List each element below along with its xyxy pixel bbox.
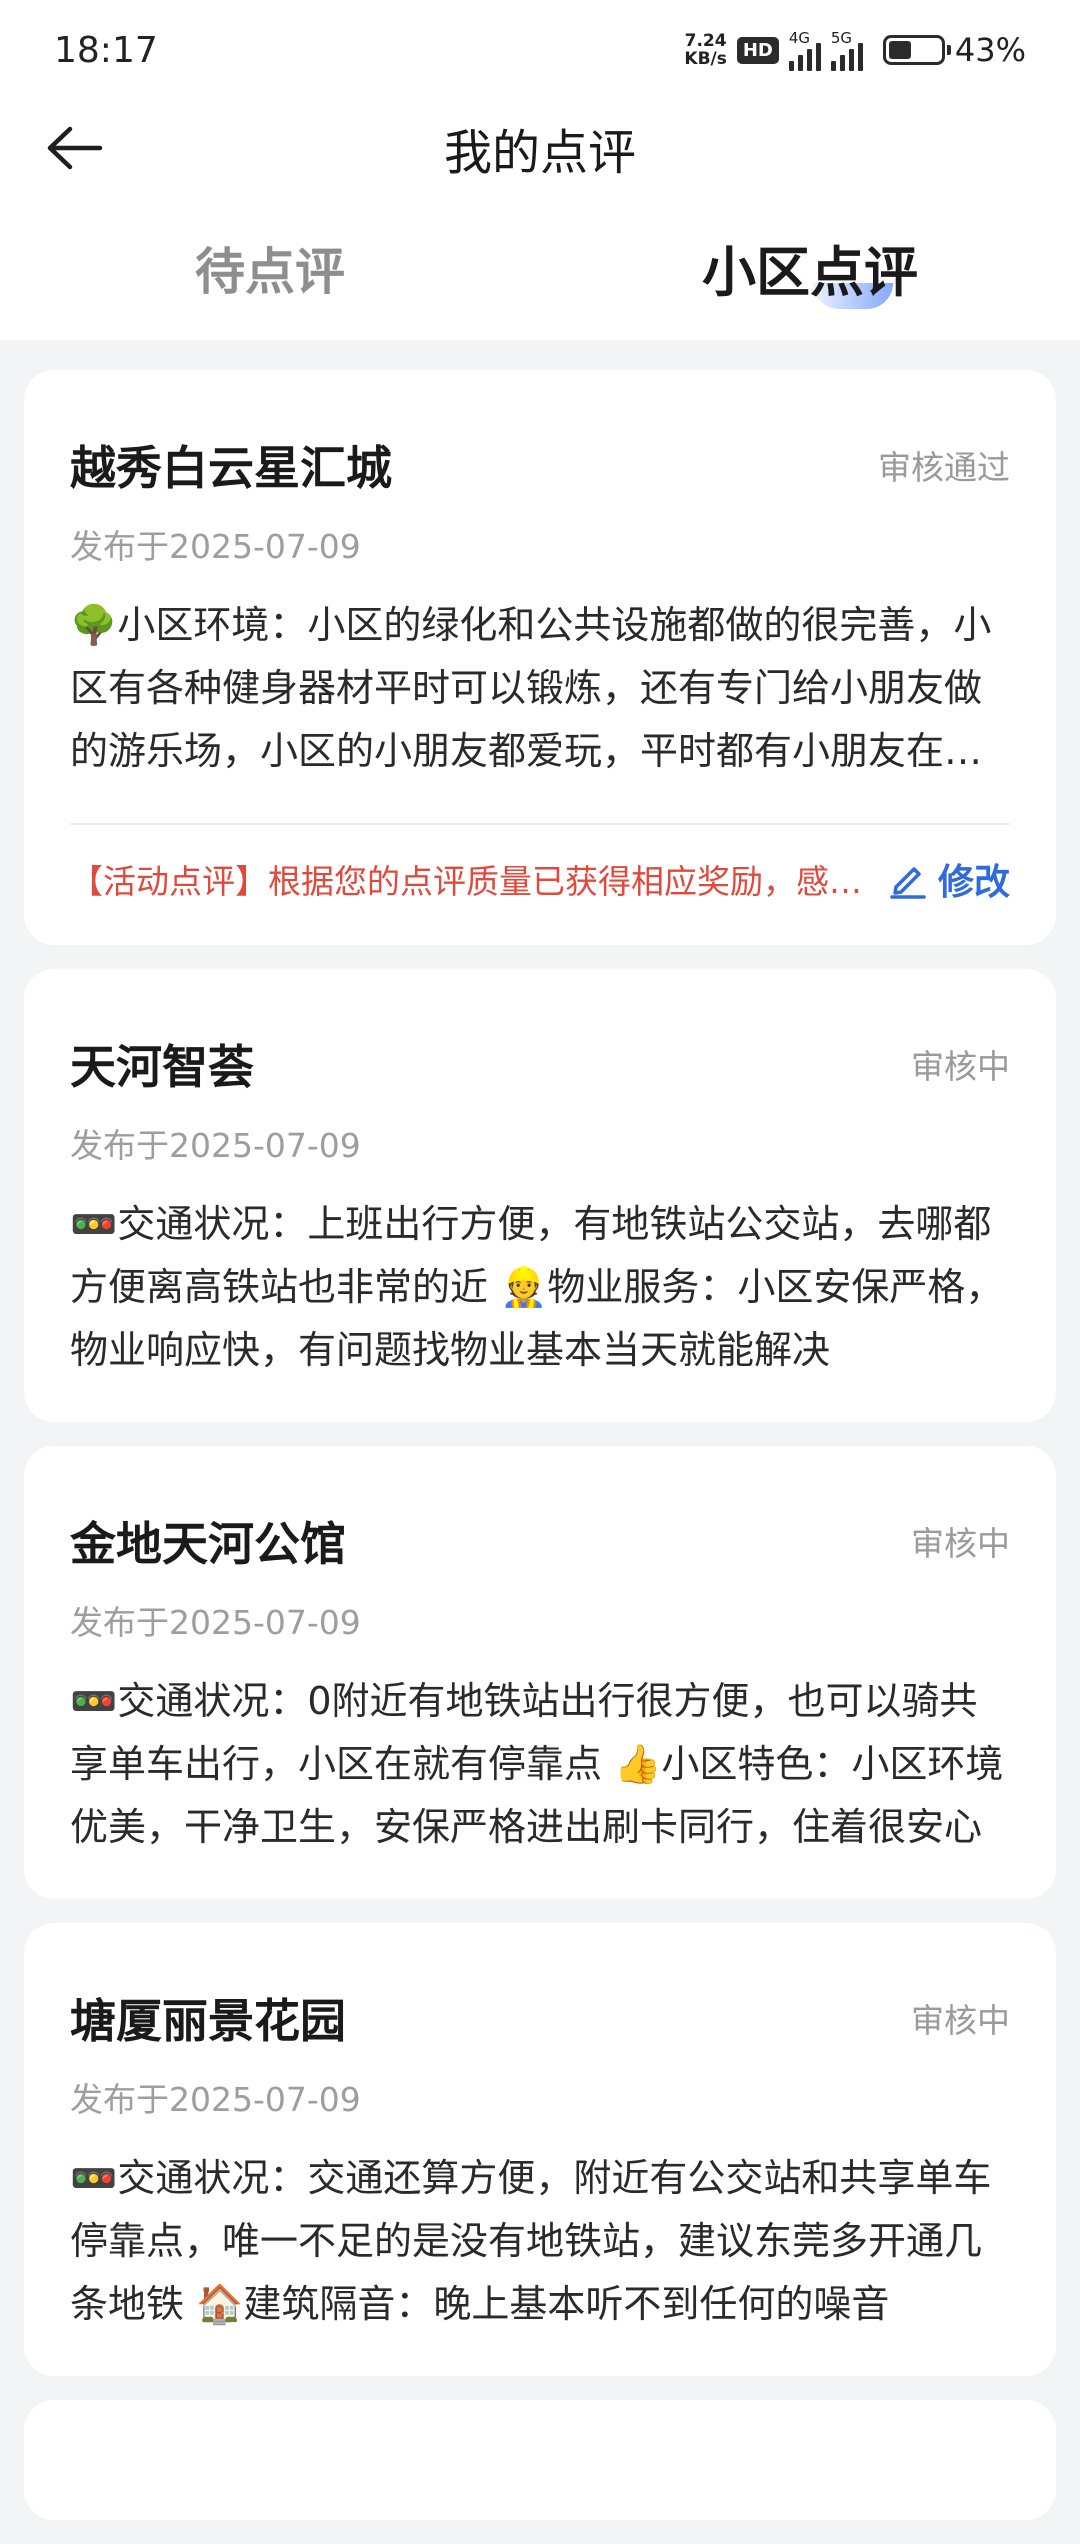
tab-community-review[interactable]: 小区点评 <box>540 195 1080 340</box>
review-content: 🚥交通状况：交通还算方便，附近有公交站和共享单车停靠点，唯一不足的是没有地铁站，… <box>70 2156 992 2326</box>
publish-date: 发布于2025-07-09 <box>70 527 361 566</box>
tab-bar: 待点评 小区点评 <box>0 195 1080 340</box>
review-status: 审核中 <box>911 1524 1010 1563</box>
page-title: 我的点评 <box>443 124 636 181</box>
arrow-left-icon <box>47 126 103 170</box>
edit-pen-icon <box>890 867 926 899</box>
review-content: 🚥交通状况：上班出行方便，有地铁站公交站，去哪都方便离高铁站也非常的近 👷物业服… <box>70 1202 1004 1372</box>
community-name: 越秀白云星汇城 <box>70 441 392 495</box>
tab-label: 待点评 <box>195 242 345 301</box>
review-status: 审核中 <box>911 2001 1010 2040</box>
back-button[interactable] <box>40 118 110 178</box>
publish-date: 发布于2025-07-09 <box>70 1603 361 1642</box>
battery-percent: 43% <box>954 31 1026 69</box>
review-card[interactable]: 天河智荟 审核中 发布于2025-07-09 🚥交通状况：上班出行方便，有地铁站… <box>24 969 1056 1422</box>
publish-date: 发布于2025-07-09 <box>70 1126 361 1165</box>
activity-notice: 【活动点评】根据您的点评质量已获得相应奖励，感谢您的参与 <box>70 862 888 901</box>
community-name: 塘厦丽景花园 <box>70 1994 346 2048</box>
divider <box>70 823 1010 825</box>
publish-date: 发布于2025-07-09 <box>70 2080 361 2119</box>
review-list: 越秀白云星汇城 审核通过 发布于2025-07-09 🌳小区环境：小区的绿化和公… <box>24 370 1056 2544</box>
review-card[interactable]: 塘厦丽景花园 审核中 发布于2025-07-09 🚥交通状况：交通还算方便，附近… <box>24 1923 1056 2376</box>
review-card[interactable]: 越秀白云星汇城 审核通过 发布于2025-07-09 🌳小区环境：小区的绿化和公… <box>24 370 1056 945</box>
community-name: 金地天河公馆 <box>70 1517 346 1571</box>
review-status: 审核中 <box>911 1047 1010 1086</box>
community-name: 天河智荟 <box>70 1040 254 1094</box>
signal-4g-icon: 4G <box>788 29 821 71</box>
status-icons: 7.24 KB/s HD 4G 5G 43% <box>684 29 1026 71</box>
page-header: 我的点评 <box>0 100 1080 195</box>
review-status: 审核通过 <box>878 448 1010 487</box>
edit-label: 修改 <box>937 862 1010 903</box>
signal-5g-icon: 5G <box>830 29 863 71</box>
network-speed: 7.24 KB/s <box>684 31 727 69</box>
battery-icon <box>882 35 951 65</box>
tab-label: 小区点评 <box>702 241 918 304</box>
status-bar: 18:17 7.24 KB/s HD 4G 5G 43% <box>0 0 1080 100</box>
review-content: 🌳小区环境：小区的绿化和公共设施都做的很完善，小区有各种健身器材平时可以锻炼，还… <box>70 603 992 773</box>
review-card[interactable] <box>24 2400 1056 2520</box>
status-time: 18:17 <box>54 29 158 71</box>
hd-icon: HD <box>736 36 779 64</box>
tab-pending-review[interactable]: 待点评 <box>0 195 540 340</box>
review-content: 🚥交通状况：0附近有地铁站出行很方便，也可以骑共享单车出行，小区在就有停靠点 👍… <box>70 1679 1004 1849</box>
review-card[interactable]: 金地天河公馆 审核中 发布于2025-07-09 🚥交通状况：0附近有地铁站出行… <box>24 1446 1056 1899</box>
edit-button[interactable]: 修改 <box>888 853 1010 905</box>
